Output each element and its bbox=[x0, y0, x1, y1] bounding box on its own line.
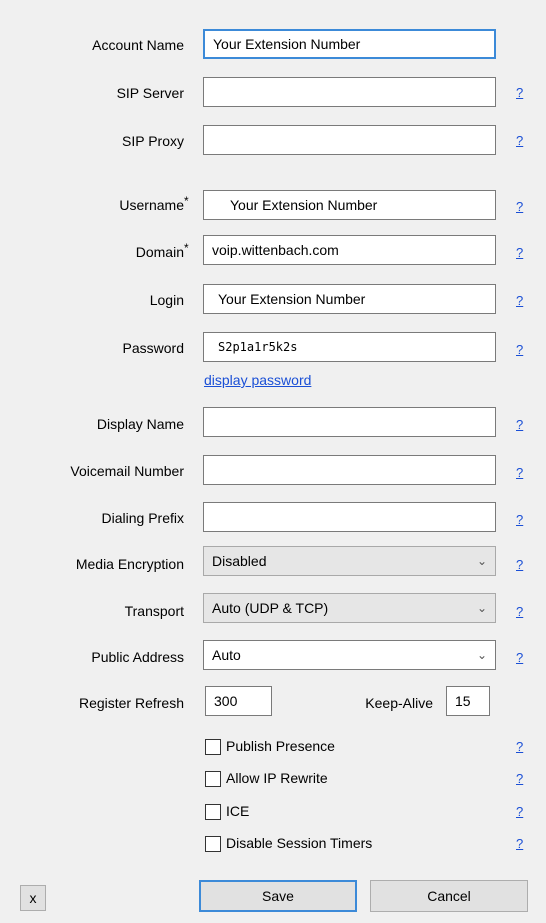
transport-help-link[interactable]: ? bbox=[516, 604, 523, 619]
ice-checkbox[interactable] bbox=[205, 804, 221, 820]
publish-presence-checkbox[interactable] bbox=[205, 739, 221, 755]
ice-help-link[interactable]: ? bbox=[516, 804, 523, 819]
public-address-help-link[interactable]: ? bbox=[516, 650, 523, 665]
sip-server-input[interactable] bbox=[203, 77, 496, 107]
media-encryption-label: Media Encryption bbox=[75, 556, 184, 572]
register-refresh-label: Register Refresh bbox=[78, 695, 184, 711]
allow-ip-rewrite-checkbox[interactable] bbox=[205, 771, 221, 787]
voicemail-number-help-link[interactable]: ? bbox=[516, 465, 523, 480]
dialing-prefix-label: Dialing Prefix bbox=[101, 510, 184, 526]
transport-value: Auto (UDP & TCP) bbox=[212, 600, 329, 616]
account-name-input[interactable]: Your Extension Number bbox=[203, 29, 496, 59]
voicemail-number-label: Voicemail Number bbox=[70, 463, 184, 479]
public-address-label: Public Address bbox=[91, 649, 184, 665]
register-refresh-input[interactable]: 300 bbox=[205, 686, 272, 716]
login-input[interactable]: Your Extension Number bbox=[203, 284, 496, 314]
chevron-down-icon: ⌄ bbox=[476, 601, 487, 615]
required-mark: * bbox=[184, 194, 189, 208]
required-mark: * bbox=[184, 241, 189, 255]
media-encryption-select[interactable]: Disabled ⌄ bbox=[203, 546, 496, 576]
allow-ip-rewrite-help-link[interactable]: ? bbox=[516, 771, 523, 786]
account-name-label: Account Name bbox=[92, 37, 184, 53]
display-name-label: Display Name bbox=[96, 416, 184, 432]
sip-server-help-link[interactable]: ? bbox=[516, 85, 523, 100]
publish-presence-help-link[interactable]: ? bbox=[516, 739, 523, 754]
disable-session-timers-help-link[interactable]: ? bbox=[516, 836, 523, 851]
publish-presence-label: Publish Presence bbox=[226, 738, 335, 754]
login-label: Login bbox=[149, 292, 184, 308]
login-help-link[interactable]: ? bbox=[516, 293, 523, 308]
sip-proxy-input[interactable] bbox=[203, 125, 496, 155]
media-encryption-value: Disabled bbox=[212, 553, 267, 569]
public-address-value: Auto bbox=[212, 647, 241, 663]
sip-proxy-help-link[interactable]: ? bbox=[516, 133, 523, 148]
domain-input[interactable]: voip.wittenbach.com bbox=[203, 235, 496, 265]
chevron-down-icon: ⌄ bbox=[476, 554, 487, 568]
display-name-input[interactable] bbox=[203, 407, 496, 437]
transport-select[interactable]: Auto (UDP & TCP) ⌄ bbox=[203, 593, 496, 623]
voicemail-number-input[interactable] bbox=[203, 455, 496, 485]
sip-server-label: SIP Server bbox=[116, 85, 184, 101]
password-help-link[interactable]: ? bbox=[516, 342, 523, 357]
password-label: Password bbox=[122, 340, 184, 356]
dialing-prefix-input[interactable] bbox=[203, 502, 496, 532]
dialing-prefix-help-link[interactable]: ? bbox=[516, 512, 523, 527]
sip-proxy-label: SIP Proxy bbox=[122, 133, 184, 149]
ice-label: ICE bbox=[226, 803, 250, 819]
username-label: Username * bbox=[119, 194, 189, 213]
username-help-link[interactable]: ? bbox=[516, 199, 523, 214]
display-password-link[interactable]: display password bbox=[204, 372, 311, 388]
disable-session-timers-checkbox[interactable] bbox=[205, 836, 221, 852]
username-input[interactable]: Your Extension Number bbox=[203, 190, 496, 220]
public-address-select[interactable]: Auto ⌄ bbox=[203, 640, 496, 670]
cancel-button[interactable]: Cancel bbox=[370, 880, 528, 912]
domain-help-link[interactable]: ? bbox=[516, 245, 523, 260]
keep-alive-input[interactable]: 15 bbox=[446, 686, 490, 716]
transport-label: Transport bbox=[124, 603, 184, 619]
account-settings-dialog: Account Name Your Extension Number SIP S… bbox=[0, 0, 546, 923]
display-name-help-link[interactable]: ? bbox=[516, 417, 523, 432]
password-input[interactable]: S2p1a1r5k2s bbox=[203, 332, 496, 362]
close-button[interactable]: x bbox=[20, 885, 46, 911]
save-button[interactable]: Save bbox=[199, 880, 357, 912]
allow-ip-rewrite-label: Allow IP Rewrite bbox=[226, 770, 328, 786]
chevron-down-icon: ⌄ bbox=[476, 648, 487, 662]
domain-label: Domain * bbox=[135, 241, 189, 260]
keep-alive-label: Keep-Alive bbox=[365, 695, 433, 711]
disable-session-timers-label: Disable Session Timers bbox=[226, 835, 373, 851]
media-encryption-help-link[interactable]: ? bbox=[516, 557, 523, 572]
